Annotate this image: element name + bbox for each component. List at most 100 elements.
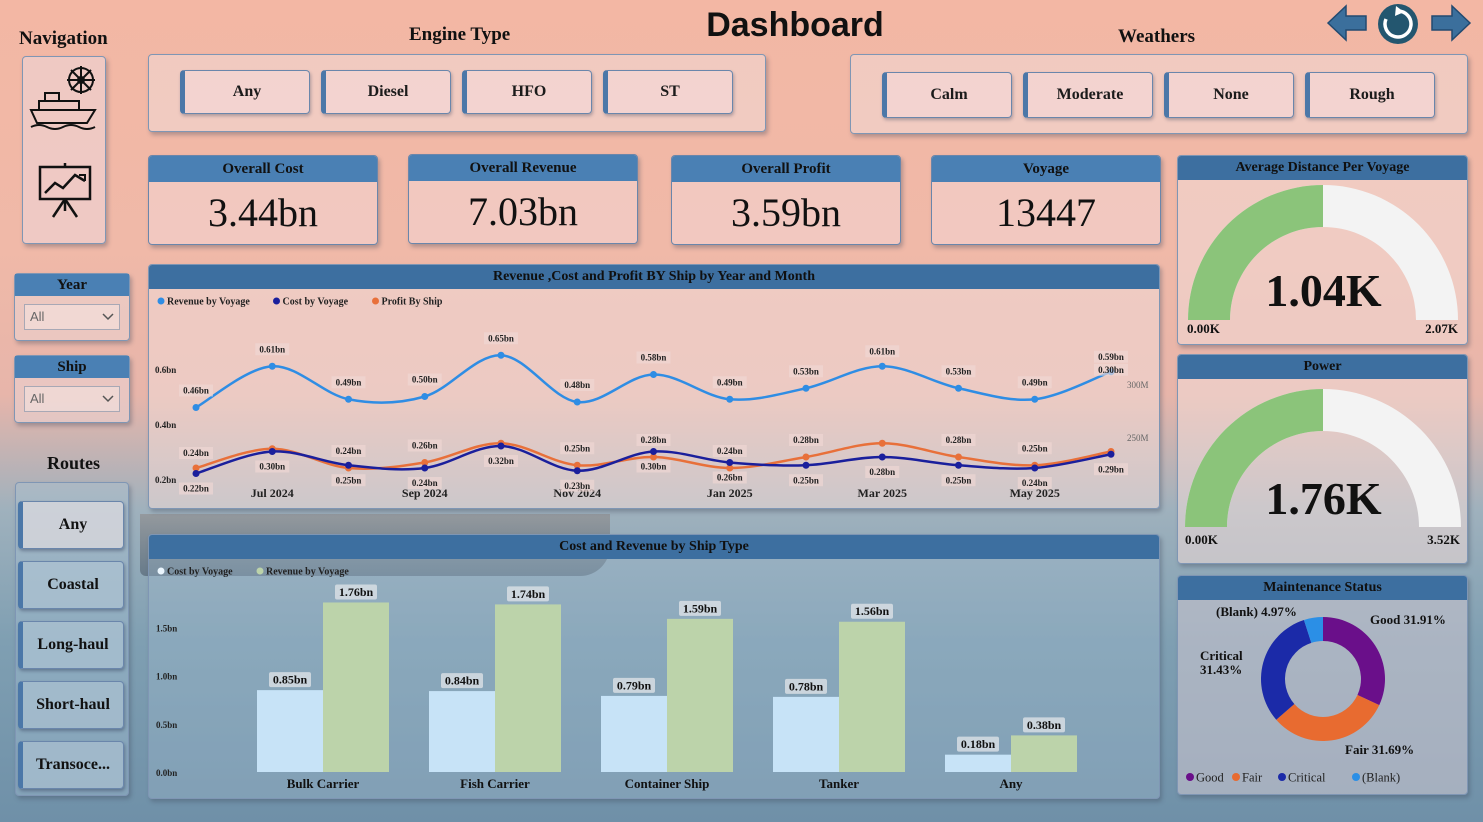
y-tick-label: 1.5bn xyxy=(156,624,177,634)
slice-label: Good 31.91% xyxy=(1370,612,1446,627)
line-chart-panel: Revenue ,Cost and Profit BY Ship by Year… xyxy=(148,264,1160,509)
category-label: Fish Carrier xyxy=(460,776,530,791)
weather-option-rough[interactable]: Rough xyxy=(1305,72,1435,118)
data-point xyxy=(497,442,505,450)
data-point xyxy=(192,404,200,411)
forward-arrow-icon[interactable] xyxy=(1430,4,1472,42)
slice-label: Critical xyxy=(1200,648,1243,663)
data-label: 0.24bn xyxy=(1022,478,1048,488)
gauge-title: Power xyxy=(1178,355,1467,379)
data-point xyxy=(878,362,886,370)
legend-label: Profit By Ship xyxy=(382,297,443,308)
data-label: 0.30bn xyxy=(1098,365,1124,375)
data-label: 0.24bn xyxy=(717,446,743,456)
data-label: 0.61bn xyxy=(259,344,285,354)
data-label: 0.22bn xyxy=(183,484,209,494)
gauge-power-panel: Power 1.76K 0.00K 3.52K xyxy=(1177,354,1468,564)
back-arrow-icon[interactable] xyxy=(1326,4,1368,42)
weather-option-calm[interactable]: Calm xyxy=(882,72,1012,118)
maintenance-title: Maintenance Status xyxy=(1178,576,1467,600)
maintenance-panel: Maintenance Status Good 31.91% Fair 31.69… xyxy=(1177,575,1468,795)
data-label: 0.26bn xyxy=(412,441,438,451)
bar-cost xyxy=(773,696,839,772)
chevron-down-icon xyxy=(102,313,114,321)
data-label: 0.79bn xyxy=(617,678,652,692)
data-label: 0.49bn xyxy=(717,377,743,387)
data-label: 0.85bn xyxy=(273,673,308,687)
category-label: Bulk Carrier xyxy=(287,776,360,791)
gauge-value: 1.04K xyxy=(1265,265,1382,316)
data-point xyxy=(1031,464,1039,472)
weather-option-none[interactable]: None xyxy=(1164,72,1294,118)
chart-presentation-icon[interactable] xyxy=(37,163,93,219)
data-point xyxy=(345,395,352,403)
ship-icon[interactable] xyxy=(29,63,99,131)
year-dropdown[interactable]: All xyxy=(24,304,120,330)
gauge-value: 1.76K xyxy=(1265,473,1382,524)
data-point xyxy=(878,439,886,447)
data-label: 0.29bn xyxy=(1098,464,1124,474)
data-label: 0.65bn xyxy=(488,333,514,343)
ship-dropdown-value: All xyxy=(30,391,45,406)
bar-revenue xyxy=(839,621,905,772)
data-label: 0.25bn xyxy=(336,475,362,485)
bar-cost xyxy=(945,754,1011,772)
bar-revenue xyxy=(667,618,733,772)
route-option-coastal[interactable]: Coastal xyxy=(18,561,124,609)
data-point xyxy=(955,384,962,392)
donut-slice-good xyxy=(1323,617,1385,706)
data-label: 0.25bn xyxy=(793,475,819,485)
refresh-icon[interactable] xyxy=(1376,2,1420,46)
data-label: 0.61bn xyxy=(869,346,895,356)
data-label: 0.24bn xyxy=(412,478,438,488)
data-label: 0.78bn xyxy=(789,679,824,693)
chevron-down-icon xyxy=(102,395,114,403)
engine-option-st[interactable]: ST xyxy=(603,70,733,114)
data-label: 0.53bn xyxy=(946,366,972,376)
page-title: Dashboard xyxy=(706,6,884,44)
data-label: 0.84bn xyxy=(445,674,480,688)
data-point xyxy=(573,398,581,406)
data-point xyxy=(497,351,505,359)
route-option-short-haul[interactable]: Short-haul xyxy=(18,681,124,729)
data-label: 0.25bn xyxy=(564,443,590,453)
x-tick-label: Mar 2025 xyxy=(858,486,907,500)
slice-label: 31.43% xyxy=(1200,662,1242,677)
navigation-label: Navigation xyxy=(19,28,108,49)
route-option-any[interactable]: Any xyxy=(18,501,124,549)
weather-option-moderate[interactable]: Moderate xyxy=(1023,72,1153,118)
gauge-max: 2.07K xyxy=(1425,321,1458,336)
y-tick-label: 0.2bn xyxy=(155,475,176,485)
data-label: 0.46bn xyxy=(183,386,209,396)
engine-type-label: Engine Type xyxy=(409,24,511,45)
data-point xyxy=(421,464,429,472)
category-label: Any xyxy=(999,776,1023,791)
y-tick-label: 0.0bn xyxy=(156,768,177,778)
engine-option-hfo[interactable]: HFO xyxy=(462,70,592,114)
data-label: 0.25bn xyxy=(1022,443,1048,453)
data-label: 0.18bn xyxy=(961,737,996,751)
legend-swatch xyxy=(1232,773,1240,781)
y-tick-label: 0.5bn xyxy=(156,720,177,730)
data-label: 0.28bn xyxy=(641,435,667,445)
route-option-long-haul[interactable]: Long-haul xyxy=(18,621,124,669)
kpi-value: 13447 xyxy=(996,190,1096,235)
data-label: 0.24bn xyxy=(183,448,209,458)
engine-option-diesel[interactable]: Diesel xyxy=(321,70,451,114)
engine-option-any[interactable]: Any xyxy=(180,70,310,114)
data-point xyxy=(955,453,962,461)
bar-chart: Cost by Voyage Revenue by Voyage 1.5bn 1.0b… xyxy=(156,567,1077,791)
data-point xyxy=(421,393,429,400)
kpi-value: 3.59bn xyxy=(731,190,841,235)
kpi-title: Voyage xyxy=(932,156,1160,182)
data-label: 0.23bn xyxy=(564,481,590,491)
route-option-transoceanic[interactable]: Transoce... xyxy=(18,741,124,789)
kpi-title: Overall Profit xyxy=(672,156,900,182)
legend-swatch xyxy=(157,567,165,575)
gauge-title: Average Distance Per Voyage xyxy=(1178,156,1467,180)
legend-swatch xyxy=(157,297,165,305)
bar-cost xyxy=(257,690,323,772)
legend-label: (Blank) xyxy=(1362,771,1400,785)
legend-label: Critical xyxy=(1288,771,1326,785)
ship-dropdown[interactable]: All xyxy=(24,386,120,412)
